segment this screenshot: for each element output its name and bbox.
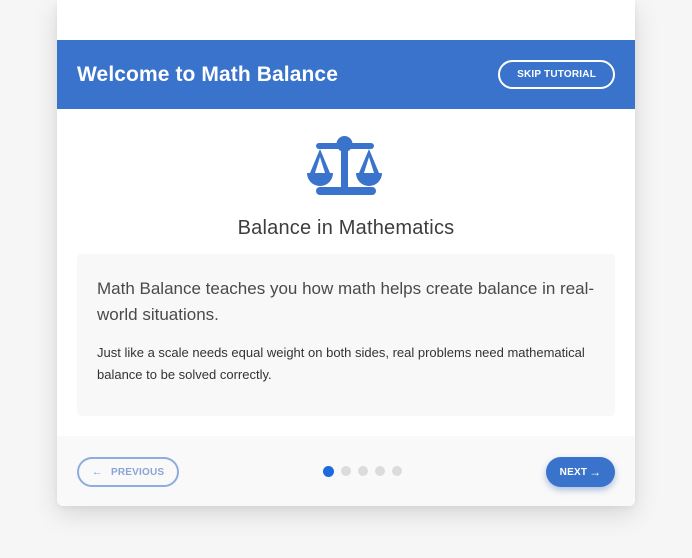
step-lead-text: Math Balance teaches you how math helps … [97, 279, 595, 324]
dialog-top-spacer [57, 0, 635, 40]
step-dot-3[interactable] [358, 466, 368, 476]
dialog-header: Welcome to Math Balance SKIP TUTORIAL [57, 40, 635, 109]
dialog-body: Balance in Mathematics Math Balance teac… [57, 109, 635, 436]
tutorial-dialog: Welcome to Math Balance SKIP TUTORIAL Ba… [57, 0, 635, 506]
previous-button-label: PREVIOUS [110, 466, 165, 478]
step-dot-2[interactable] [341, 466, 351, 476]
step-detail-text: Just like a scale needs equal weight on … [97, 345, 585, 382]
skip-tutorial-button[interactable]: SKIP TUTORIAL [498, 60, 615, 89]
arrow-left-icon: ← [91, 466, 103, 478]
step-title: Balance in Mathematics [237, 217, 455, 239]
step-dot-4[interactable] [375, 466, 385, 476]
step-dot-5[interactable] [392, 466, 402, 476]
next-button-label: NEXT [559, 466, 588, 478]
arrow-right-icon: → [589, 465, 602, 479]
previous-button[interactable]: ← PREVIOUS [77, 457, 179, 487]
step-description-box: Math Balance teaches you how math helps … [77, 254, 615, 416]
balance-scale-icon [307, 136, 382, 195]
step-dot-1[interactable] [323, 465, 334, 477]
dialog-title: Welcome to Math Balance [77, 62, 338, 86]
next-button[interactable]: NEXT → [546, 457, 615, 487]
step-indicator [323, 465, 402, 477]
dialog-footer: ← PREVIOUS NEXT → [57, 436, 635, 506]
